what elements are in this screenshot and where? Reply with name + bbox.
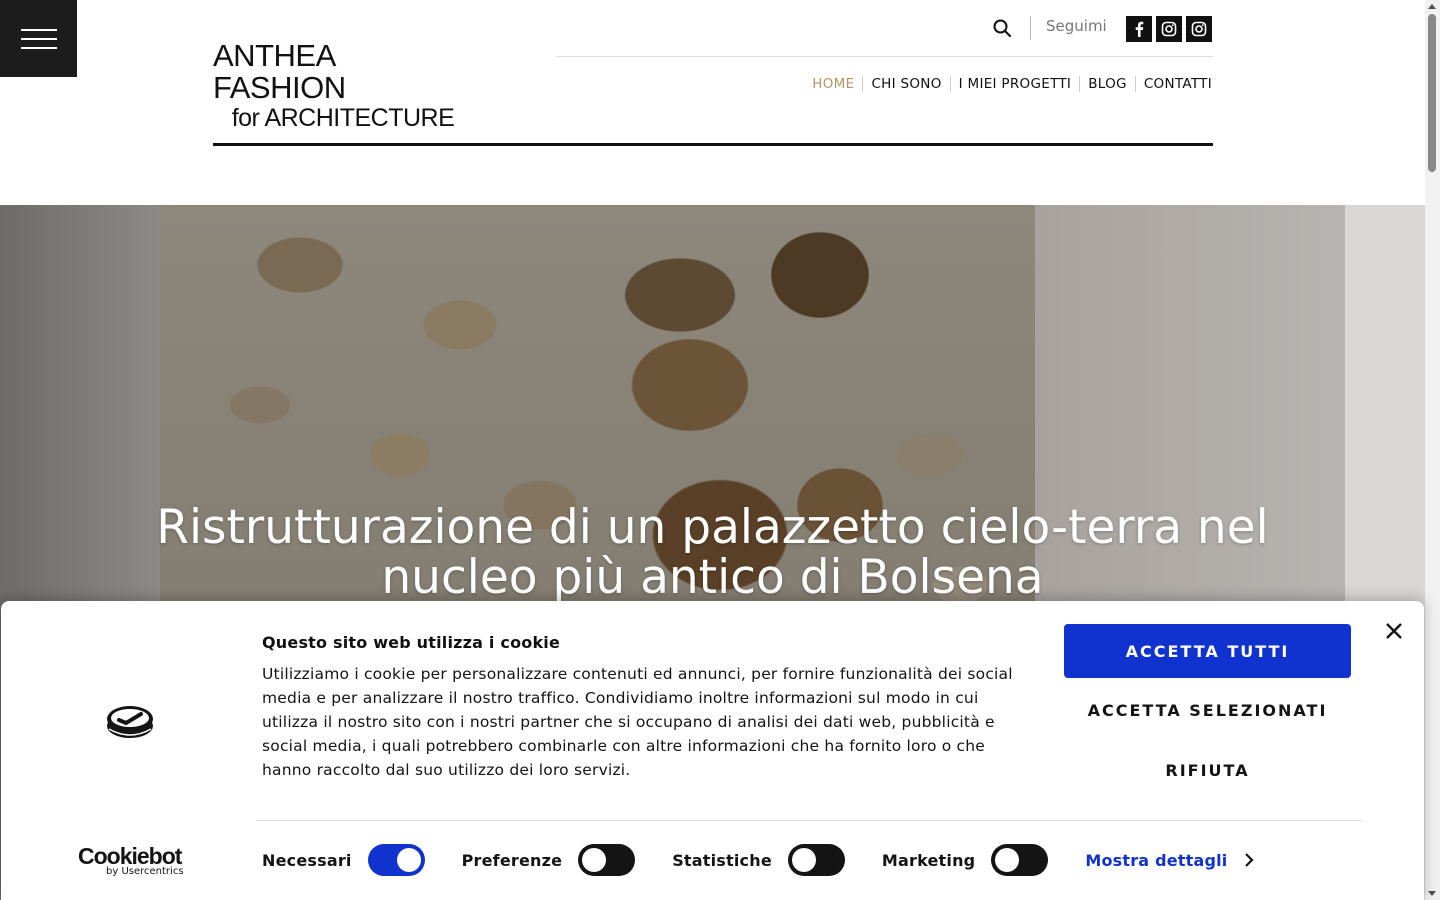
instagram-link[interactable] <box>1156 16 1182 42</box>
instagram-icon <box>1191 21 1207 37</box>
toggle-label: Necessari <box>262 850 352 870</box>
marketing-switch[interactable] <box>991 844 1049 876</box>
nav-contatti[interactable]: CONTATTI <box>1134 76 1212 92</box>
site-logo[interactable]: ANTHEA FASHION for ARCHITECTURE <box>213 38 473 133</box>
logo-line1: ANTHEA FASHION <box>213 38 346 105</box>
switch-knob <box>396 848 421 872</box>
cookiebot-name: Cookiebot <box>78 843 182 869</box>
instagram-icon <box>1161 21 1177 37</box>
toggle-label: Marketing <box>881 850 976 870</box>
close-icon[interactable] <box>1384 621 1404 641</box>
reject-button[interactable]: RIFIUTA <box>1064 750 1351 790</box>
scroll-down-icon[interactable] <box>1428 891 1436 896</box>
nav-home[interactable]: HOME <box>804 76 862 92</box>
toggle-necessari: Necessari <box>262 844 425 876</box>
instagram-link-2[interactable] <box>1186 16 1212 42</box>
divider <box>1030 16 1031 40</box>
facebook-link[interactable] <box>1126 16 1152 42</box>
cookie-title: Questo sito web utilizza i cookie <box>262 633 561 652</box>
cookiebot-byline: by Usercentrics <box>106 866 184 877</box>
facebook-icon <box>1135 21 1144 37</box>
toggle-statistiche: Statistiche <box>672 844 845 876</box>
cookie-divider <box>256 820 1362 821</box>
cookiebot-brand[interactable]: Cookiebot by Usercentrics <box>78 843 188 878</box>
switch-knob <box>791 848 816 872</box>
nav-progetti[interactable]: I MIEI PROGETTI <box>949 76 1080 92</box>
follow-label: Seguimi <box>1046 17 1107 35</box>
switch-knob <box>582 848 607 872</box>
menu-bar <box>20 28 57 31</box>
toggle-preferenze: Preferenze <box>462 844 636 876</box>
toggle-marketing: Marketing <box>881 844 1049 876</box>
preferenze-switch[interactable] <box>578 844 636 876</box>
show-details-link[interactable]: Mostra dettagli <box>1085 850 1254 870</box>
main-nav: HOME CHI SONO I MIEI PROGETTI BLOG CONTA… <box>804 76 1212 92</box>
scroll-up-icon[interactable] <box>1428 4 1436 9</box>
toggle-label: Statistiche <box>672 850 772 870</box>
toggle-label: Preferenze <box>461 850 563 870</box>
scrollbar-thumb[interactable] <box>1428 14 1436 172</box>
cookie-logo-icon <box>107 706 153 738</box>
switch-knob <box>995 848 1020 872</box>
nav-chi-sono[interactable]: CHI SONO <box>862 76 949 92</box>
cookie-banner: Questo sito web utilizza i cookie Utiliz… <box>1 601 1424 900</box>
statistiche-switch[interactable] <box>787 844 845 876</box>
header-divider <box>213 143 1213 146</box>
menu-toggle-button[interactable] <box>0 0 77 77</box>
top-bar: Seguimi <box>556 0 1213 57</box>
cookie-description: Utilizziamo i cookie per personalizzare … <box>262 665 1013 779</box>
menu-bar <box>20 46 57 49</box>
menu-bar <box>20 37 57 40</box>
logo-line2: for ARCHITECTURE <box>231 104 455 132</box>
chevron-right-icon <box>1244 853 1254 867</box>
accept-selected-button[interactable]: ACCETTA SELEZIONATI <box>1064 690 1351 730</box>
nav-blog[interactable]: BLOG <box>1079 76 1135 92</box>
hero-title: Ristrutturazione di un palazzetto cielo-… <box>156 500 1269 605</box>
necessari-switch[interactable] <box>367 844 425 876</box>
search-icon[interactable] <box>993 19 1011 37</box>
page-scrollbar[interactable] <box>1425 0 1440 900</box>
consent-toggles: Necessari Preferenze Statistiche Marketi… <box>262 844 1254 876</box>
accept-all-button[interactable]: ACCETTA TUTTI <box>1064 624 1351 678</box>
show-details-label: Mostra dettagli <box>1085 850 1228 870</box>
